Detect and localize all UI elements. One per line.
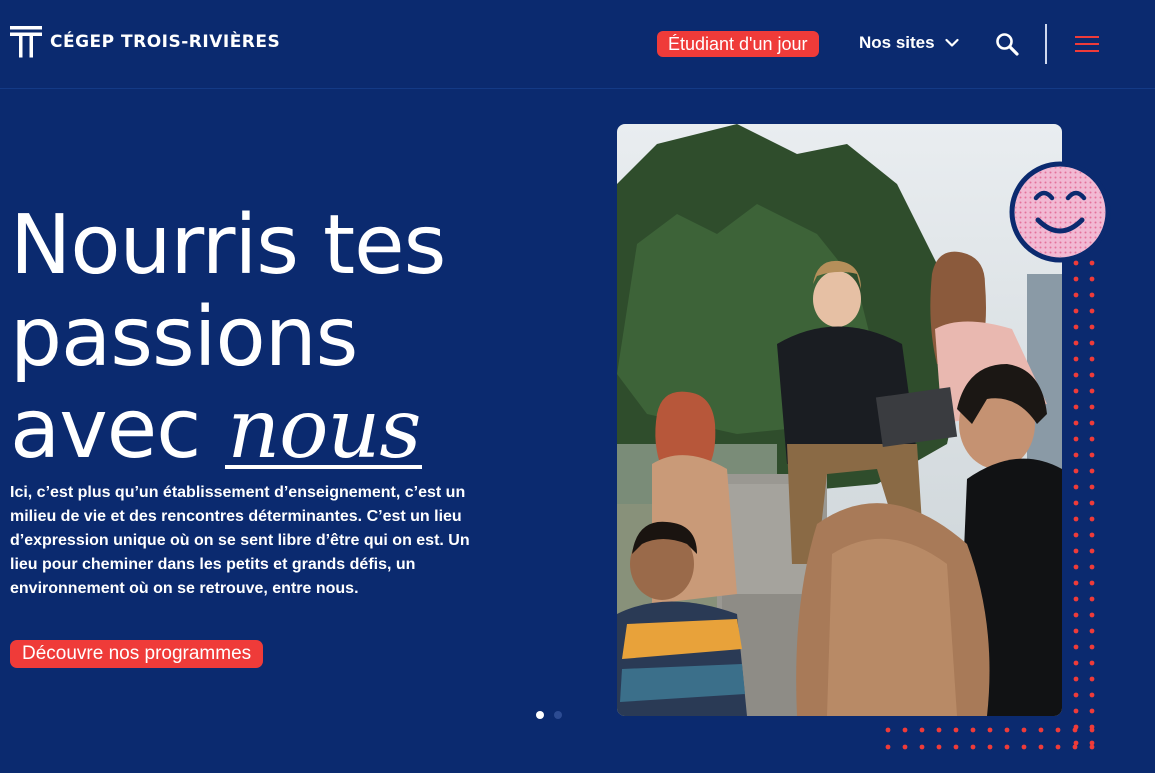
nos-sites-label: Nos sites — [859, 33, 935, 52]
header-divider — [1045, 24, 1047, 64]
hero-description: Ici, c’est plus qu’un établissement d’en… — [10, 484, 470, 597]
hero-title-line2: passions — [10, 290, 358, 385]
hero-title: Nourris tes passions avec nous — [10, 198, 446, 477]
carousel-dots — [536, 711, 562, 719]
dot-pattern-horizontal — [880, 725, 1100, 750]
smiley-face-icon — [1009, 161, 1111, 263]
hero-title-emphasis: nous — [225, 382, 423, 477]
carousel-dot-2[interactable] — [554, 711, 562, 719]
logo-text: CÉGEP TROIS-RIVIÈRES — [50, 32, 281, 52]
site-logo[interactable]: CÉGEP TROIS-RIVIÈRES — [10, 26, 280, 58]
nos-sites-dropdown[interactable]: Nos sites — [859, 33, 959, 53]
hero-title-line3: avec — [10, 382, 226, 477]
hamburger-menu-icon[interactable] — [1075, 35, 1099, 53]
etudiant-un-jour-button[interactable]: Étudiant d'un jour — [657, 31, 819, 57]
hero-photo — [617, 124, 1062, 716]
search-icon[interactable] — [995, 32, 1019, 56]
hero-title-line1: Nourris tes — [10, 198, 446, 293]
carousel-dot-1[interactable] — [536, 711, 544, 719]
chevron-down-icon — [944, 38, 959, 47]
logo-t-icon — [10, 26, 42, 58]
site-header: CÉGEP TROIS-RIVIÈRES Étudiant d'un jour … — [0, 0, 1155, 89]
dot-pattern-vertical — [1068, 255, 1100, 750]
decouvre-programmes-button[interactable]: Découvre nos programmes — [10, 640, 264, 668]
